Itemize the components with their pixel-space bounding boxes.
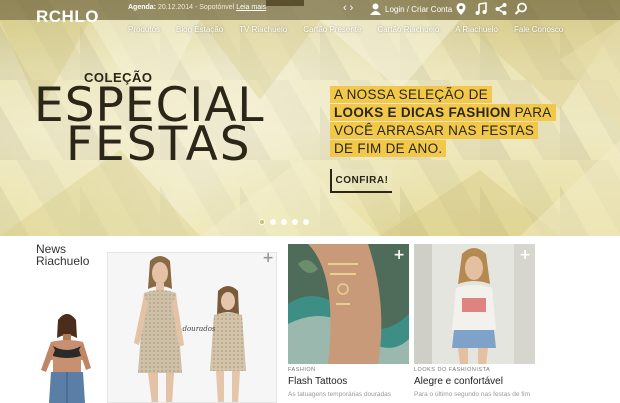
hero-banner[interactable]: RCHLO Agenda: 20.12.2014 - Sopotónvel Le… [0, 0, 620, 236]
card-excerpt: Para o último segundo nas festas de fim [414, 391, 530, 398]
dropdown-tab[interactable] [266, 0, 304, 6]
agenda-label: Agenda: [128, 4, 156, 11]
card-category: FASHION [288, 367, 316, 373]
promo-line-1: A NOSSA SELEÇÃO DE [330, 86, 492, 103]
plus-icon[interactable]: + [393, 248, 405, 262]
nav-item-blog-estacao[interactable]: Blog Estação [176, 25, 223, 34]
user-icon [370, 3, 381, 15]
share-icon[interactable] [494, 2, 508, 16]
slider-dot-3[interactable] [281, 219, 287, 225]
main-nav: Produtos Blog Estação TV Riachuelo Cartã… [128, 25, 579, 34]
card-title-flash-tattoos[interactable]: Flash Tattoos [288, 376, 347, 387]
map-pin-icon[interactable] [454, 2, 468, 16]
login-label: Login / Criar Conta [385, 4, 453, 14]
promo-line-2-rest: PARA [510, 105, 552, 120]
nav-item-a-riachuelo[interactable]: A Riachuelo [455, 25, 498, 34]
login-link[interactable]: Login / Criar Conta [370, 3, 452, 15]
news-card-main[interactable]: + dourados [107, 252, 277, 403]
slider-dot-5[interactable] [303, 219, 309, 225]
slider-dot-2[interactable] [270, 219, 276, 225]
agenda-ticker: Agenda: 20.12.2014 - Sopotónvel Leia mai… [128, 4, 266, 11]
card-category: LOOKS DO FASHIONISTA [414, 367, 491, 373]
nav-item-cartao-riachuelo[interactable]: Cartão Riachuelo [377, 25, 439, 34]
card-title-alegre[interactable]: Alegre e confortável [414, 376, 503, 387]
flash-tattoos-photo [288, 244, 409, 364]
promo-line-3: VOCÊ ARRASAR NAS FESTAS [330, 122, 539, 139]
promo-line-2-bold: LOOKS E DICAS FASHION [334, 105, 511, 120]
music-icon[interactable] [474, 2, 488, 16]
news-section-title: News Riachuelo [36, 243, 89, 267]
plus-icon[interactable]: + [519, 248, 531, 262]
ticker-arrows: ‹› [343, 2, 356, 14]
nav-item-produtos[interactable]: Produtos [128, 25, 160, 34]
news-card-flash-tattoos-image[interactable]: + [288, 244, 409, 364]
chevron-right-icon[interactable]: › [350, 2, 357, 14]
news-title-line2: Riachuelo [36, 254, 90, 268]
nav-item-fale-conosco[interactable]: Fale Conosco [514, 25, 563, 34]
slider-dot-4[interactable] [292, 219, 298, 225]
search-icon[interactable] [514, 2, 528, 16]
nav-item-cartao-presente[interactable]: Cartão Presente [303, 25, 361, 34]
hero-promo-text: A NOSSA SELEÇÃO DE LOOKS E DICAS FASHION… [330, 86, 556, 158]
promo-line-4: DE FIM DE ANO. [330, 140, 447, 157]
confira-button[interactable]: CONFIRA! [330, 169, 392, 193]
logo[interactable]: RCHLO [36, 7, 99, 27]
card-stamp: dourados [182, 325, 216, 333]
alegre-photo [414, 244, 535, 364]
slider-dot-1[interactable] [259, 219, 265, 225]
slider-dots [259, 219, 309, 225]
agenda-read-more-link[interactable]: Leia mais [236, 4, 266, 11]
nav-item-tv-riachuelo[interactable]: TV Riachuelo [239, 25, 287, 34]
promo-line-2: LOOKS E DICAS FASHION PARA [330, 104, 556, 121]
card-excerpt: As tatuagens temporárias douradas [288, 391, 391, 398]
model-photo[interactable] [31, 310, 101, 403]
news-card-alegre-image[interactable]: + [414, 244, 535, 364]
chevron-left-icon[interactable]: ‹ [343, 2, 350, 14]
hero-title-line2: FESTAS [66, 117, 252, 172]
agenda-text: 20.12.2014 - Sopotónvel [157, 4, 235, 11]
